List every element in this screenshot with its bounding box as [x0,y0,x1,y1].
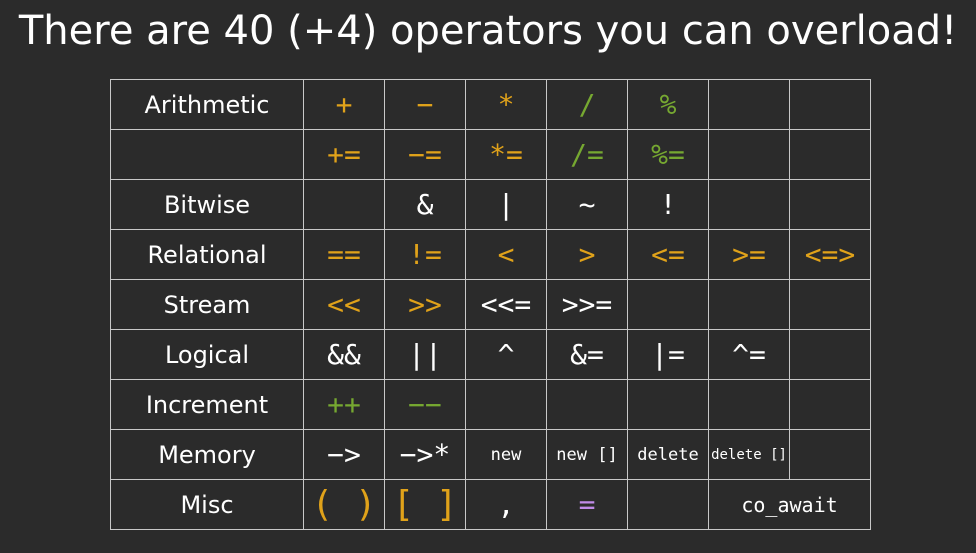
operator-cell: delete [627,429,709,480]
operator-cell [627,279,709,330]
operator-cell: ( ) [303,479,385,530]
operator-cell: ^ [465,329,547,380]
operator-cell: >>= [546,279,628,330]
operator-cell: += [303,129,385,180]
operator-cell [789,379,871,430]
operator-cell: > [546,229,628,280]
operator-cell: &= [546,329,628,380]
operator-cell [303,179,385,230]
operator-cell: << [303,279,385,330]
operator-cell: delete [] [708,429,790,480]
operator-cell: <=> [789,229,871,280]
operator-cell: && [303,329,385,380]
operator-cell: | [465,179,547,230]
table-row: Stream << >> <<= >>= [110,279,871,330]
operator-cell: == [303,229,385,280]
operator-cell: −− [384,379,466,430]
operator-cell: & [384,179,466,230]
operator-cell: ~ [546,179,628,230]
category-label: Logical [110,329,304,380]
page-title: There are 40 (+4) operators you can over… [18,8,958,54]
category-label: Misc [110,479,304,530]
operator-cell [789,329,871,380]
operator-cell: −= [384,129,466,180]
operator-cell: − [384,79,466,130]
table-row: Logical && || ^ &= |= ^= [110,329,871,380]
table-row: Bitwise & | ~ ! [110,179,871,230]
operator-cell: = [546,479,628,530]
operator-cell [789,429,871,480]
operators-table: Arithmetic + − * / % += −= *= /= %= Bitw… [110,79,871,530]
operator-cell: / [546,79,628,130]
category-label: Memory [110,429,304,480]
operator-cell [708,179,790,230]
operator-cell [627,479,709,530]
operator-cell: new [] [546,429,628,480]
operator-cell: ! [627,179,709,230]
table-row: Misc ( ) [ ] , = co_await [110,479,871,530]
category-label: Bitwise [110,179,304,230]
table-row: Memory −> −>* new new [] delete delete [… [110,429,871,480]
operator-cell: ^= [708,329,790,380]
table-row: Relational == != < > <= >= <=> [110,229,871,280]
operator-cell: + [303,79,385,130]
operator-cell: * [465,79,547,130]
operator-cell [465,379,547,430]
operator-cell [708,279,790,330]
operator-cell: *= [465,129,547,180]
operator-cell [708,129,790,180]
operator-cell: |= [627,329,709,380]
operator-cell [627,379,709,430]
category-label: Relational [110,229,304,280]
operator-cell [789,279,871,330]
operator-cell: co_await [708,479,871,530]
category-label: Arithmetic [110,79,304,130]
table-row: += −= *= /= %= [110,129,871,180]
operator-cell [789,79,871,130]
operator-cell: < [465,229,547,280]
operator-cell: −>* [384,429,466,480]
operator-cell: , [465,479,547,530]
category-label: Stream [110,279,304,330]
operator-cell: ++ [303,379,385,430]
operator-cell: new [465,429,547,480]
operator-cell: <<= [465,279,547,330]
category-label: Increment [110,379,304,430]
operator-cell [708,379,790,430]
operator-cell [708,79,790,130]
operator-cell: <= [627,229,709,280]
operator-cell: −> [303,429,385,480]
operator-cell [789,179,871,230]
operator-cell: %= [627,129,709,180]
category-label [110,129,304,180]
table-row: Increment ++ −− [110,379,871,430]
operator-cell: % [627,79,709,130]
operator-cell: || [384,329,466,380]
operator-cell: [ ] [384,479,466,530]
operator-cell: >= [708,229,790,280]
operator-cell: /= [546,129,628,180]
operator-cell [546,379,628,430]
table-row: Arithmetic + − * / % [110,79,871,130]
operator-cell: >> [384,279,466,330]
operator-cell [789,129,871,180]
operator-cell: != [384,229,466,280]
